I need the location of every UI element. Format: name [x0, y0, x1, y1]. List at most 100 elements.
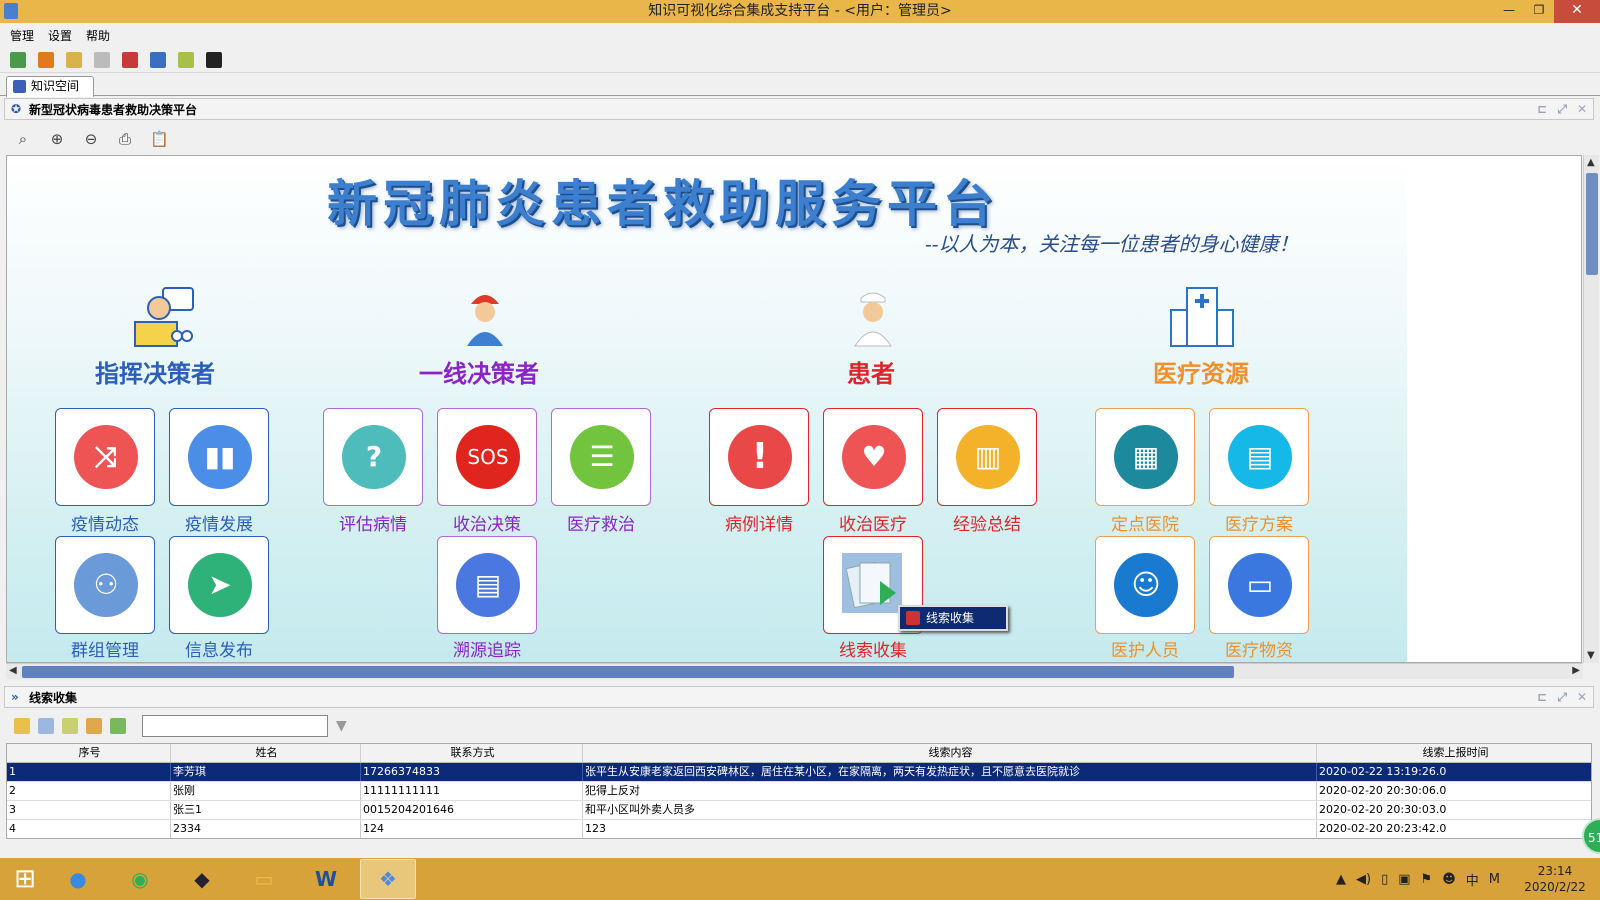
folder-icon[interactable] [66, 51, 82, 68]
close-button[interactable]: ✕ [1554, 0, 1600, 23]
minimize-button[interactable]: — [1494, 0, 1524, 23]
hospital-icon [1170, 287, 1234, 347]
worker-icon [467, 295, 503, 346]
patient-icon [854, 292, 892, 347]
clipboard-icon[interactable]: 📋 [150, 130, 169, 148]
scroll-right-icon[interactable]: ▶ [1572, 665, 1580, 676]
col-header-contact[interactable]: 联系方式 [361, 744, 583, 762]
ime-mode-indicator[interactable]: M [1489, 872, 1500, 887]
knowledge-space-icon [13, 80, 26, 93]
menu-bar: 管理 设置 帮助 [0, 23, 1600, 47]
tile-assess-condition[interactable]: ? [323, 408, 423, 506]
open-folder-icon[interactable] [14, 718, 30, 734]
pin-icon[interactable]: ⊏ [1537, 690, 1547, 705]
pin-icon[interactable]: ⊏ [1537, 102, 1547, 117]
main-toolbar [0, 47, 1600, 73]
tile-experience-summary[interactable]: ▥ [937, 408, 1037, 506]
tile-medical-supplies[interactable]: ▭ [1209, 536, 1309, 634]
package-icon[interactable] [178, 51, 194, 68]
horizontal-scrollbar[interactable]: ◀ ▶ [6, 663, 1583, 679]
table-row[interactable]: 1 李芳琪 17266374833 张平生从安康老家返回西安碑林区，居住在某小区… [7, 763, 1591, 782]
vertical-scroll-thumb[interactable] [1586, 173, 1598, 275]
view-toolbar: ⌕ ⊕ ⊖ ⎙ 📋 [4, 125, 1594, 153]
label-clue-collection: 线索收集 [839, 641, 907, 661]
report-clock-icon: ☰ [570, 425, 634, 489]
filter-icon[interactable]: ▼ [336, 718, 347, 734]
scroll-down-icon[interactable]: ▼ [1587, 650, 1595, 661]
close-panel-icon[interactable]: ✕ [1577, 690, 1587, 705]
clue-collection-popup[interactable]: 线索收集 [898, 605, 1008, 631]
windows-start-icon[interactable]: ⊞ [0, 858, 50, 900]
tile-group-management[interactable]: ⚇ [55, 536, 155, 634]
maximize-panel-icon[interactable]: ⤢ [1557, 102, 1567, 117]
menu-help[interactable]: 帮助 [86, 27, 110, 44]
app-tool-icon[interactable]: ◆ [174, 859, 230, 899]
copy-icon[interactable] [38, 718, 54, 734]
power-icon[interactable]: ▯ [1381, 872, 1388, 887]
app-icon [4, 3, 18, 19]
label-treatment-plan: 医疗方案 [1225, 515, 1293, 535]
app-browser-icon[interactable]: ◉ [112, 859, 168, 899]
tools-icon[interactable] [122, 51, 138, 68]
tile-admission-medical[interactable]: ♥ [823, 408, 923, 506]
label-medical-staff: 医护人员 [1111, 641, 1179, 661]
tile-epidemic-trend[interactable]: ▮▮ [169, 408, 269, 506]
maximize-panel-icon[interactable]: ⤢ [1557, 690, 1567, 705]
tile-epidemic-news[interactable]: ⤨ [55, 408, 155, 506]
ime-indicator[interactable]: 中 [1466, 870, 1479, 889]
col-header-time[interactable]: 线索上报时间 [1317, 744, 1591, 762]
zoom-fit-icon[interactable]: ⌕ [14, 130, 32, 148]
network-icon[interactable]: ▣ [1398, 872, 1410, 887]
menu-settings[interactable]: 设置 [48, 27, 72, 44]
search-input[interactable] [142, 715, 328, 737]
scroll-left-icon[interactable]: ◀ [9, 665, 17, 676]
tile-medical-staff[interactable]: ☺ [1095, 536, 1195, 634]
table-row[interactable]: 3 张三1 0015204201646 和平小区叫外卖人员多 2020-02-2… [7, 801, 1591, 820]
app-platform-icon[interactable]: ❖ [360, 859, 416, 899]
tag-icon[interactable] [62, 718, 78, 734]
document-icon[interactable] [94, 51, 110, 68]
app-360-icon[interactable]: ● [50, 859, 106, 899]
export-icon[interactable] [110, 718, 126, 734]
tile-admission-decision[interactable]: SOS [437, 408, 537, 506]
col-header-index[interactable]: 序号 [7, 744, 171, 762]
app-file-explorer-icon[interactable]: ▭ [236, 859, 292, 899]
app-word-icon[interactable]: W [298, 859, 354, 899]
settings-icon[interactable] [86, 718, 102, 734]
maximize-button[interactable]: ❐ [1524, 0, 1554, 23]
zoom-out-icon[interactable]: ⊖ [82, 130, 100, 148]
sos-icon: SOS [456, 425, 520, 489]
volume-icon[interactable]: ◀) [1356, 872, 1371, 887]
tab-knowledge-space[interactable]: 知识空间 [6, 76, 95, 97]
tray-expand-icon[interactable]: ▲ [1336, 872, 1346, 887]
exit-icon[interactable] [10, 51, 26, 68]
col-header-content[interactable]: 线索内容 [583, 744, 1317, 762]
label-case-details: 病例详情 [725, 515, 793, 535]
scroll-up-icon[interactable]: ▲ [1587, 157, 1595, 168]
menu-manage[interactable]: 管理 [10, 27, 34, 44]
table-row[interactable]: 4 2334 124 123 2020-02-20 20:23:42.0 [7, 820, 1591, 838]
checklist-icon: ▤ [1228, 425, 1292, 489]
tile-designated-hospital[interactable]: ▦ [1095, 408, 1195, 506]
table-row[interactable]: 2 张刚 11111111111 犯得上反对 2020-02-20 20:30:… [7, 782, 1591, 801]
print-icon[interactable]: ⎙ [116, 130, 134, 148]
qq-icon[interactable]: ☻ [1442, 872, 1456, 887]
tile-source-tracing[interactable]: ▤ [437, 536, 537, 634]
camera-icon[interactable] [206, 51, 222, 68]
col-header-name[interactable]: 姓名 [171, 744, 361, 762]
tile-medical-treatment[interactable]: ☰ [551, 408, 651, 506]
tile-treatment-plan[interactable]: ▤ [1209, 408, 1309, 506]
paper-plane-icon: ➤ [188, 553, 252, 617]
action-center-icon[interactable]: ⚑ [1421, 872, 1433, 887]
medical-record-icon: ▦ [1114, 425, 1178, 489]
rss-icon[interactable] [38, 51, 54, 68]
dashboard-canvas: 新冠肺炎患者救助服务平台 --以人为本，关注每一位患者的身心健康！ 指挥决策者 … [6, 155, 1582, 663]
horizontal-scroll-thumb[interactable] [22, 666, 1234, 678]
zoom-in-icon[interactable]: ⊕ [48, 130, 66, 148]
close-panel-icon[interactable]: ✕ [1577, 102, 1587, 117]
tile-case-details[interactable]: ! [709, 408, 809, 506]
tile-info-publish[interactable]: ➤ [169, 536, 269, 634]
clock[interactable]: 23:14 2020/2/22 [1510, 863, 1600, 895]
user-icon[interactable] [150, 51, 166, 68]
vertical-scrollbar[interactable]: ▲ ▼ [1583, 155, 1599, 663]
